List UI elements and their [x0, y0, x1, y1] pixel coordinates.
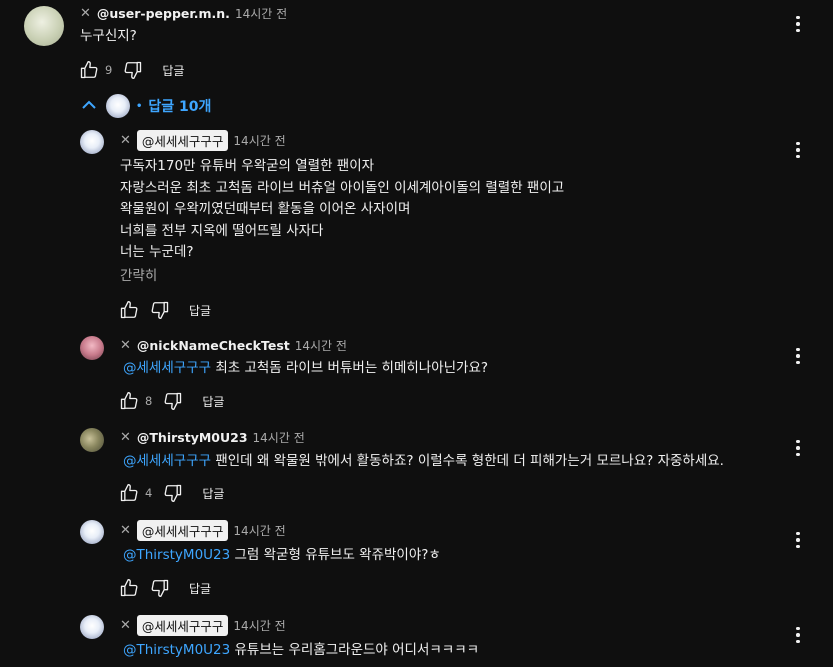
chevron-up-icon — [82, 98, 96, 114]
more-vert-icon[interactable] — [791, 437, 805, 459]
comment-line: 왁물원이 우왁끼였던때부터 활동을 이어온 사자이며 — [120, 201, 411, 217]
comment-text-content: 최초 고척돔 라이브 버튜버는 히메히나아닌가요? — [211, 360, 489, 376]
avatar[interactable] — [24, 6, 64, 46]
comment-header: ✕ @세세세구구구 14시간 전 — [120, 615, 286, 636]
close-icon: ✕ — [120, 338, 131, 353]
replies-count-label: 답글 10개 — [148, 99, 212, 115]
timestamp[interactable]: 14시간 전 — [233, 132, 285, 149]
comment-header: ✕ @세세세구구구 14시간 전 — [120, 520, 286, 541]
top-comment: ✕ @user-pepper.m.n. 14시간 전 누구신지? 9 답글 — [0, 0, 833, 90]
mention-link[interactable]: @세세세구구구 — [123, 360, 211, 376]
author-handle[interactable]: @세세세구구구 — [136, 130, 229, 151]
more-vert-icon[interactable] — [791, 529, 805, 551]
comment-text-content: 그럼 왁굳형 유튜브도 왁쥬박이야?ㅎ — [230, 547, 441, 563]
thumbs-up-icon[interactable] — [118, 482, 140, 504]
timestamp[interactable]: 14시간 전 — [295, 337, 347, 354]
comment-text: @세세세구구구 팬인데 왜 왁물원 밖에서 활동하죠? 이럴수록 형한데 더 피… — [123, 451, 724, 473]
mention-link[interactable]: @ThirstyM0U23 — [123, 642, 230, 658]
thumbs-down-icon[interactable] — [149, 299, 171, 321]
avatar[interactable] — [80, 428, 104, 452]
comment-header: ✕ @nickNameCheckTest 14시간 전 — [120, 337, 347, 354]
comment-text-content: 팬인데 왜 왁물원 밖에서 활동하죠? 이럴수록 형한데 더 피해가는거 모르나… — [211, 453, 724, 469]
thumbs-down-icon[interactable] — [162, 482, 184, 504]
comment-text: 구독자170만 유튜버 우왁굳의 열렬한 팬이자 자랑스러운 최초 고척돔 라이… — [120, 156, 564, 287]
thumbs-up-icon[interactable] — [118, 390, 140, 412]
reply-button[interactable]: 답글 — [162, 62, 184, 79]
author-handle[interactable]: @ThirstyM0U23 — [137, 430, 248, 445]
avatar[interactable] — [80, 615, 104, 639]
thumbs-up-icon[interactable] — [118, 299, 140, 321]
comment-actions: 답글 — [118, 577, 211, 599]
separator-dot: • — [136, 100, 143, 112]
reply-button[interactable]: 답글 — [202, 485, 224, 502]
thumbs-down-icon[interactable] — [162, 390, 184, 412]
timestamp[interactable]: 14시간 전 — [233, 522, 285, 539]
like-count: 8 — [145, 394, 153, 408]
comment-header: ✕ @ThirstyM0U23 14시간 전 — [120, 429, 305, 446]
comment-line: 구독자170만 유튜버 우왁굳의 열렬한 팬이자 — [120, 158, 375, 174]
avatar — [106, 94, 130, 118]
show-less-link[interactable]: 간략히 — [120, 266, 564, 288]
author-handle[interactable]: @user-pepper.m.n. — [97, 6, 230, 21]
reply-button[interactable]: 답글 — [202, 393, 224, 410]
more-vert-icon[interactable] — [791, 345, 805, 367]
author-handle[interactable]: @세세세구구구 — [136, 520, 229, 541]
comment-text: 누구신지? — [80, 28, 137, 44]
like-count: 4 — [145, 486, 153, 500]
comments-section: ✕ @user-pepper.m.n. 14시간 전 누구신지? 9 답글 • … — [0, 0, 833, 667]
reply-button[interactable]: 답글 — [189, 580, 211, 597]
mention-link[interactable]: @ThirstyM0U23 — [123, 547, 230, 563]
thumbs-down-icon[interactable] — [122, 59, 144, 81]
author-handle[interactable]: @세세세구구구 — [136, 615, 229, 636]
comment-actions: 답글 — [118, 299, 211, 321]
timestamp[interactable]: 14시간 전 — [235, 5, 287, 22]
more-vert-icon[interactable] — [791, 13, 805, 35]
avatar[interactable] — [80, 520, 104, 544]
comment-line: 너는 누군데? — [120, 244, 194, 260]
reply-button[interactable]: 답글 — [189, 302, 211, 319]
author-handle[interactable]: @nickNameCheckTest — [137, 338, 290, 353]
close-icon: ✕ — [120, 430, 131, 445]
replies-toggle[interactable]: • 답글 10개 — [82, 94, 211, 118]
thumbs-up-icon[interactable] — [118, 577, 140, 599]
comment-text-content: 유튜브는 우리홈그라운드야 어디서ㅋㅋㅋㅋ — [230, 642, 480, 658]
comment-line: 자랑스러운 최초 고척돔 라이브 버츄얼 아이돌인 이세계아이돌의 렬렬한 팬이… — [120, 179, 565, 196]
comment-actions: 4 답글 — [118, 482, 224, 504]
comment-line: 너희를 전부 지옥에 떨어뜨릴 사자다 — [120, 222, 324, 239]
avatar[interactable] — [80, 130, 104, 154]
timestamp[interactable]: 14시간 전 — [233, 617, 285, 634]
comment-header: ✕ @user-pepper.m.n. 14시간 전 — [80, 5, 287, 22]
comment-text: @ThirstyM0U23 그럼 왁굳형 유튜브도 왁쥬박이야?ㅎ — [123, 545, 441, 567]
comment-header: ✕ @세세세구구구 14시간 전 — [120, 130, 286, 151]
more-vert-icon[interactable] — [791, 624, 805, 646]
more-vert-icon[interactable] — [791, 139, 805, 161]
timestamp[interactable]: 14시간 전 — [253, 429, 305, 446]
mention-link[interactable]: @세세세구구구 — [123, 453, 211, 469]
close-icon: ✕ — [120, 618, 131, 633]
thumbs-down-icon[interactable] — [149, 577, 171, 599]
comment-text: @세세세구구구 최초 고척돔 라이브 버튜버는 히메히나아닌가요? — [123, 358, 488, 380]
close-icon: ✕ — [80, 6, 91, 21]
comment-actions: 9 답글 — [78, 59, 184, 81]
avatar[interactable] — [80, 336, 104, 360]
like-count: 9 — [105, 63, 113, 77]
close-icon: ✕ — [120, 133, 131, 148]
comment-text: @ThirstyM0U23 유튜브는 우리홈그라운드야 어디서ㅋㅋㅋㅋ — [123, 640, 479, 662]
thumbs-up-icon[interactable] — [78, 59, 100, 81]
comment-actions: 8 답글 — [118, 390, 224, 412]
close-icon: ✕ — [120, 523, 131, 538]
